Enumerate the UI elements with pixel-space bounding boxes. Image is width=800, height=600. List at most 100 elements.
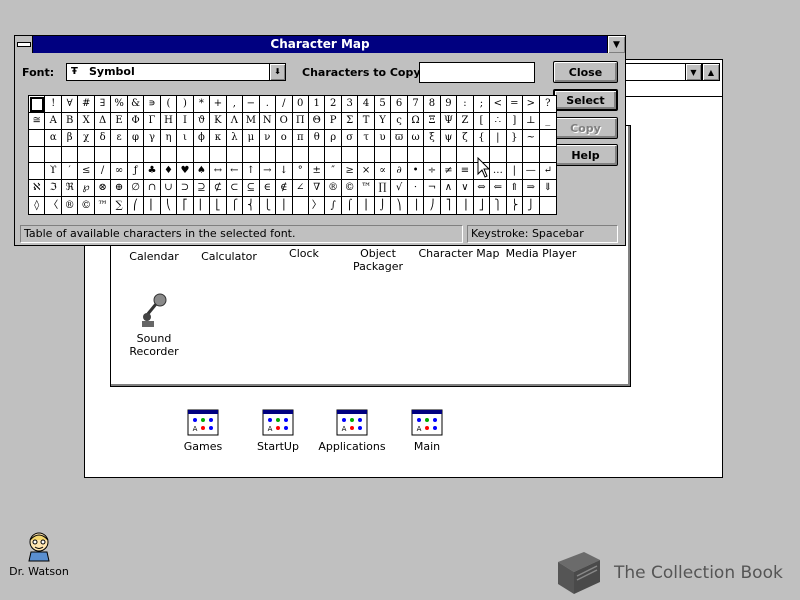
char-cell[interactable]: ∴ — [490, 112, 507, 130]
char-cell[interactable]: ∏ — [374, 180, 392, 198]
char-cell[interactable]: ≤ — [78, 163, 95, 181]
char-cell[interactable]: ⎜ — [144, 197, 161, 214]
char-cell[interactable]: ≥ — [341, 163, 359, 181]
char-cell[interactable]: ® — [325, 180, 342, 198]
char-cell[interactable]: ≠ — [440, 163, 458, 181]
char-cell[interactable]: Ω — [407, 112, 425, 130]
char-cell[interactable]: Π — [292, 112, 309, 130]
char-cell[interactable]: υ — [374, 129, 392, 147]
char-cell[interactable]: ℵ — [29, 180, 46, 198]
char-cell[interactable]: Τ — [358, 112, 375, 130]
char-cell[interactable]: ♣ — [144, 163, 161, 181]
char-cell[interactable]: ι — [177, 129, 194, 147]
char-cell[interactable]: Ψ — [440, 112, 458, 130]
char-cell[interactable]: χ — [78, 129, 95, 147]
char-cell[interactable]: ⎣ — [210, 197, 227, 214]
char-cell[interactable]: ∧ — [440, 180, 458, 198]
char-cell[interactable]: ∫ — [325, 197, 342, 214]
group-icon-games[interactable]: A Games — [180, 409, 226, 453]
char-cell[interactable]: π — [292, 129, 309, 147]
char-cell[interactable] — [276, 146, 293, 164]
char-cell[interactable]: ¬ — [424, 180, 441, 198]
group-icon-applications[interactable]: A Applications — [317, 409, 387, 453]
char-cell[interactable]: σ — [341, 129, 359, 147]
char-cell[interactable]: ″ — [325, 163, 342, 181]
char-cell[interactable]: ™ — [358, 180, 375, 198]
char-cell[interactable] — [29, 96, 46, 113]
char-cell[interactable]: ⎬ — [507, 197, 524, 214]
char-cell[interactable]: ⊕ — [111, 180, 128, 198]
char-cell[interactable]: ℘ — [78, 180, 95, 198]
char-cell[interactable]: Β — [61, 112, 79, 130]
char-cell[interactable]: ζ — [457, 129, 474, 147]
char-cell[interactable]: ⊗ — [94, 180, 112, 198]
char-cell[interactable]: % — [111, 96, 128, 113]
char-cell[interactable]: + — [210, 96, 227, 113]
char-cell[interactable]: ε — [111, 129, 128, 147]
char-cell[interactable] — [29, 163, 46, 181]
char-cell[interactable]: → — [259, 163, 277, 181]
char-cell[interactable]: ? — [539, 96, 556, 113]
char-cell[interactable]: ♠ — [193, 163, 211, 181]
char-cell[interactable]: β — [61, 129, 79, 147]
select-button[interactable]: Select — [553, 89, 618, 111]
char-cell[interactable]: ⎢ — [194, 197, 211, 214]
char-cell[interactable]: 7 — [407, 96, 425, 113]
char-cell[interactable] — [539, 130, 556, 147]
char-cell[interactable]: Χ — [78, 112, 95, 130]
char-cell[interactable]: ⊇ — [193, 180, 211, 198]
char-cell[interactable]: Η — [160, 112, 178, 130]
char-cell[interactable]: / — [276, 96, 293, 113]
char-cell[interactable]: ∠ — [292, 180, 309, 198]
char-cell[interactable]: ⎤ — [441, 197, 458, 214]
char-cell[interactable]: ⇐ — [490, 180, 507, 198]
close-button[interactable]: Close — [553, 61, 618, 83]
char-cell[interactable]: × — [358, 163, 375, 181]
help-button[interactable]: Help — [553, 144, 618, 166]
char-cell[interactable]: ⌠ — [342, 197, 359, 214]
char-cell[interactable] — [193, 146, 211, 164]
char-cell[interactable]: ∉ — [276, 180, 293, 198]
char-cell[interactable]: ∑ — [111, 197, 128, 214]
char-cell[interactable] — [539, 147, 556, 164]
char-cell[interactable] — [308, 146, 326, 164]
char-cell[interactable] — [358, 146, 375, 164]
char-cell[interactable] — [127, 146, 145, 164]
char-cell[interactable]: ∨ — [457, 180, 474, 198]
char-cell[interactable]: | — [490, 129, 507, 147]
char-cell[interactable] — [226, 146, 244, 164]
char-cell[interactable] — [29, 129, 46, 147]
char-cell[interactable]: ∈ — [259, 180, 277, 198]
char-cell[interactable]: ⊄ — [210, 180, 227, 198]
accessory-sound-recorder[interactable]: Sound Recorder — [126, 293, 182, 358]
char-cell[interactable]: 3 — [341, 96, 359, 113]
char-cell[interactable]: Ι — [177, 112, 194, 130]
char-cell[interactable]: ← — [226, 163, 244, 181]
char-cell[interactable]: ⎩ — [260, 197, 277, 214]
char-cell[interactable]: ⎠ — [424, 197, 441, 214]
char-cell[interactable] — [210, 146, 227, 164]
char-cell[interactable]: ∝ — [374, 163, 392, 181]
group-icon-startup[interactable]: A StartUp — [255, 409, 301, 453]
char-cell[interactable]: ψ — [440, 129, 458, 147]
char-cell[interactable]: [ — [473, 112, 491, 130]
char-cell[interactable]: ∩ — [144, 180, 161, 198]
char-cell[interactable]: ⇑ — [506, 180, 524, 198]
char-cell[interactable]: © — [78, 197, 95, 214]
char-cell[interactable]: Ξ — [424, 112, 441, 130]
char-cell[interactable]: Γ — [144, 112, 161, 130]
char-cell[interactable]: φ — [127, 129, 145, 147]
char-cell[interactable]: ⎞ — [391, 197, 408, 214]
char-cell[interactable]: ± — [308, 163, 326, 181]
char-cell[interactable]: 0 — [292, 96, 309, 113]
char-cell[interactable] — [374, 146, 392, 164]
char-cell[interactable]: ÷ — [424, 163, 441, 181]
char-cell[interactable]: ⋅ — [407, 180, 425, 198]
copy-button[interactable]: Copy — [553, 117, 618, 139]
char-cell[interactable]: * — [193, 96, 211, 113]
char-cell[interactable]: Ζ — [457, 112, 474, 130]
char-cell[interactable]: ⎦ — [474, 197, 491, 214]
char-cell[interactable]: 〈 — [45, 197, 62, 214]
char-cell[interactable] — [61, 146, 79, 164]
char-cell[interactable]: α — [45, 129, 62, 147]
